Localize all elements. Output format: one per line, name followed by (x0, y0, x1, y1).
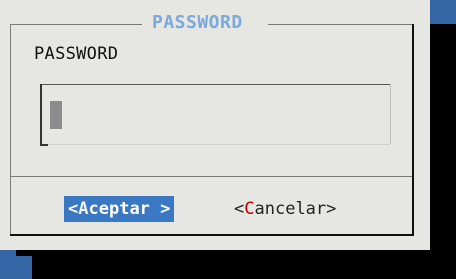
dialog-frame-right (412, 24, 414, 234)
password-prompt-label: PASSWORD (34, 44, 119, 64)
input-border-bottom (40, 144, 48, 146)
accept-label: ceptar (88, 199, 150, 219)
password-dialog: PASSWORD PASSWORD <Aceptar > <Cancelar> (0, 0, 430, 250)
input-border-right (390, 84, 391, 144)
terminal-background-bottom (0, 256, 32, 279)
dialog-frame-left (10, 24, 11, 234)
input-border-left (40, 84, 42, 144)
button-bracket: > (326, 199, 337, 219)
text-cursor (50, 101, 62, 129)
dialog-button-separator (10, 176, 414, 177)
cancel-hotkey: C (244, 199, 255, 219)
accept-button[interactable]: <Aceptar > (64, 196, 175, 222)
cancel-button[interactable]: <Cancelar> (234, 196, 336, 222)
dialog-frame-bottom (10, 234, 414, 236)
button-bracket: < (68, 199, 79, 219)
password-input[interactable] (40, 84, 392, 148)
dialog-frame-top (10, 24, 142, 25)
dialog-frame-top (268, 24, 412, 25)
button-bracket: > (149, 199, 171, 219)
dialog-title: PASSWORD (146, 12, 249, 34)
dialog-frame-junction (412, 172, 414, 182)
accept-hotkey: A (78, 199, 89, 219)
cancel-label: ancelar (254, 199, 327, 219)
input-border-top (40, 84, 390, 85)
input-border-bottom (48, 144, 390, 145)
button-bracket: < (234, 199, 245, 219)
